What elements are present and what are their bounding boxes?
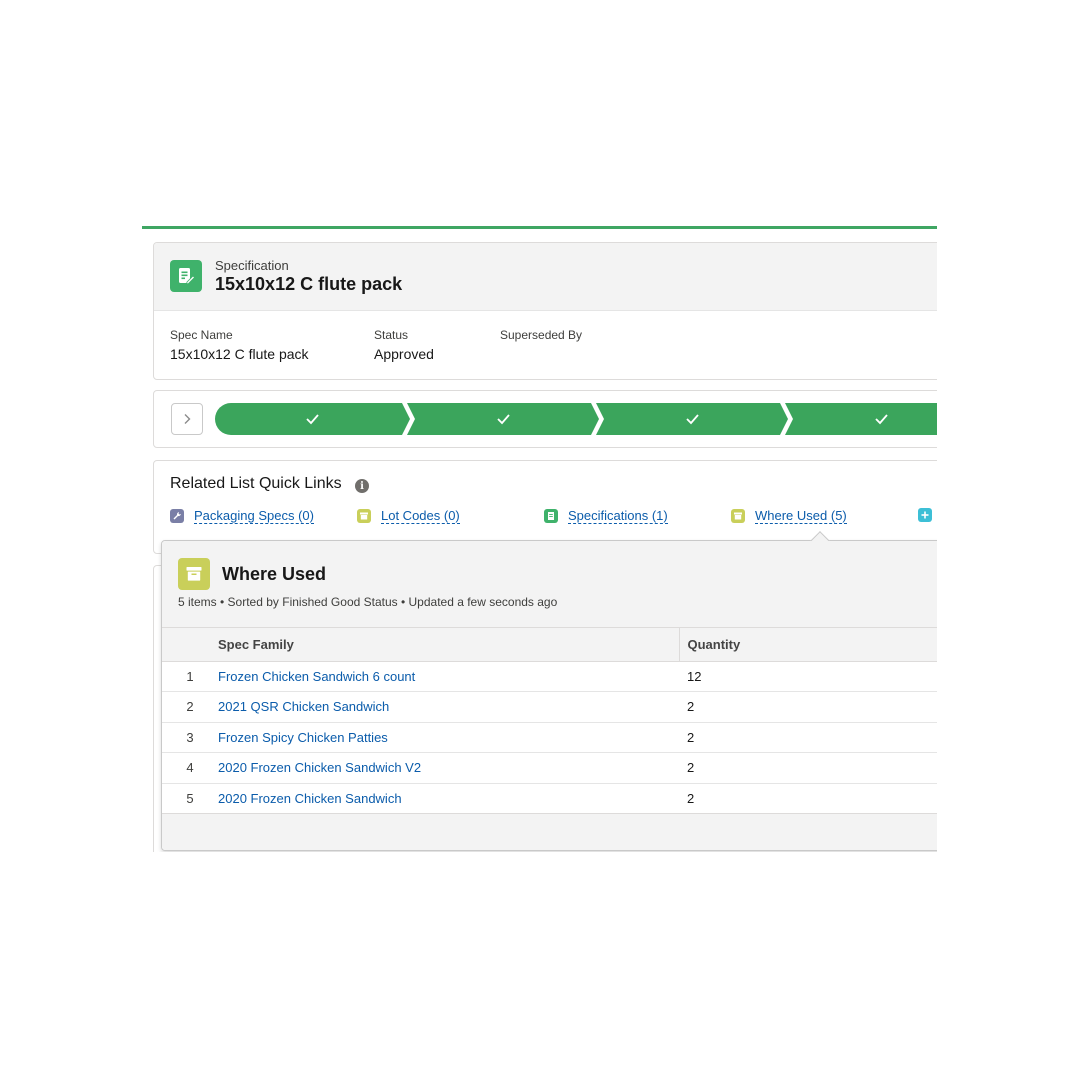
popover-header: Where Used 5 items • Sorted by Finished … xyxy=(162,541,937,628)
plus-icon xyxy=(918,508,932,522)
field-spec-name: Spec Name 15x10x12 C flute pack xyxy=(170,328,309,362)
table-row: 5 2020 Frozen Chicken Sandwich 2 xyxy=(162,783,937,814)
wrench-icon xyxy=(170,509,184,523)
spec-family-link[interactable]: 2021 QSR Chicken Sandwich xyxy=(218,699,389,714)
quick-link-packaging-specs[interactable]: Packaging Specs (0) xyxy=(170,508,314,524)
record-header: Specification 15x10x12 C flute pack Spec… xyxy=(153,242,937,380)
row-number: 2 xyxy=(162,691,218,723)
path-stage-3[interactable] xyxy=(596,403,788,435)
row-number: 1 xyxy=(162,661,218,692)
field-value: Approved xyxy=(374,346,434,362)
record-page: Specification 15x10x12 C flute pack Spec… xyxy=(142,226,937,852)
popover-subtitle: 5 items • Sorted by Finished Good Status… xyxy=(178,595,558,609)
object-type-label: Specification xyxy=(215,258,289,273)
spec-family-link[interactable]: 2020 Frozen Chicken Sandwich xyxy=(218,791,402,806)
quick-link-label[interactable]: Packaging Specs (0) xyxy=(194,508,314,524)
quick-link-label[interactable]: Specifications (1) xyxy=(568,508,668,524)
table-row: 2 2021 QSR Chicken Sandwich 2 xyxy=(162,691,937,723)
field-label: Spec Name xyxy=(170,328,233,342)
quick-link-specifications[interactable]: Specifications (1) xyxy=(544,508,668,524)
field-status: Status Approved xyxy=(374,328,434,362)
row-number-header xyxy=(162,628,218,662)
field-label: Superseded By xyxy=(500,328,583,342)
path-stage-1[interactable] xyxy=(215,403,410,435)
path-stage-4[interactable] xyxy=(785,403,937,435)
quantity-cell: 2 xyxy=(679,722,937,753)
path-component xyxy=(153,390,937,448)
column-header-spec-family[interactable]: Spec Family xyxy=(218,628,679,662)
table-header-row: Spec Family Quantity xyxy=(162,628,937,662)
quick-link-label[interactable]: Where Used (5) xyxy=(755,508,847,524)
quantity-cell: 2 xyxy=(679,691,937,723)
spec-family-link[interactable]: 2020 Frozen Chicken Sandwich V2 xyxy=(218,760,421,775)
quantity-cell: 12 xyxy=(679,661,937,692)
record-title: 15x10x12 C flute pack xyxy=(215,274,403,294)
table-row: 4 2020 Frozen Chicken Sandwich V2 2 xyxy=(162,752,937,784)
quick-link-lot-codes[interactable]: Lot Codes (0) xyxy=(357,508,460,524)
app-accent-bar xyxy=(142,226,937,229)
quick-links-title: Related List Quick Links xyxy=(170,475,342,492)
spec-family-link[interactable]: Frozen Spicy Chicken Patties xyxy=(218,730,388,745)
document-icon xyxy=(544,509,558,523)
field-superseded-by: Superseded By xyxy=(500,328,582,346)
row-number: 5 xyxy=(162,783,218,814)
table-row: 3 Frozen Spicy Chicken Patties 2 xyxy=(162,722,937,753)
quantity-cell: 2 xyxy=(679,783,937,814)
specification-icon xyxy=(170,260,202,292)
popover-footer xyxy=(162,813,937,850)
spec-family-link[interactable]: Frozen Chicken Sandwich 6 count xyxy=(218,669,415,684)
quick-link-label[interactable]: Lot Codes (0) xyxy=(381,508,460,524)
info-icon[interactable]: i xyxy=(355,479,369,493)
quick-link-where-used[interactable]: Where Used (5) xyxy=(731,508,847,524)
popover-title[interactable]: Where Used xyxy=(222,564,326,585)
archive-icon xyxy=(357,509,371,523)
row-number: 3 xyxy=(162,722,218,753)
chevron-right-icon xyxy=(184,414,191,424)
path-stage-2[interactable] xyxy=(407,403,599,435)
highlights-panel: Spec Name 15x10x12 C flute pack Status A… xyxy=(154,311,937,379)
quantity-cell: 2 xyxy=(679,752,937,784)
column-header-quantity[interactable]: Quantity xyxy=(678,628,937,662)
archive-icon xyxy=(731,509,745,523)
record-header-title-area: Specification 15x10x12 C flute pack xyxy=(154,243,937,311)
path-stages xyxy=(215,403,937,435)
row-number: 4 xyxy=(162,752,218,784)
field-value: 15x10x12 C flute pack xyxy=(170,346,309,362)
table-row: 1 Frozen Chicken Sandwich 6 count 12 xyxy=(162,661,937,692)
archive-icon xyxy=(178,558,210,590)
path-expand-button[interactable] xyxy=(171,403,203,435)
where-used-table: Spec Family Quantity 1 Frozen Chicken Sa… xyxy=(162,628,937,814)
field-label: Status xyxy=(374,328,409,342)
quick-link-more[interactable] xyxy=(918,508,932,522)
where-used-popover: Where Used 5 items • Sorted by Finished … xyxy=(161,531,937,851)
